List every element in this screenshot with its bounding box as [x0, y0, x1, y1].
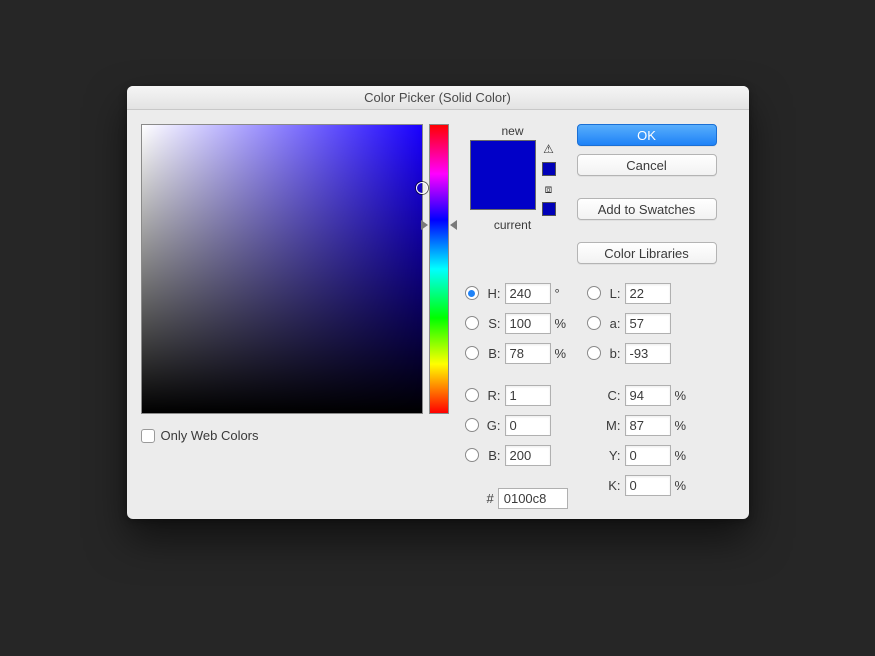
h-unit: °	[555, 286, 569, 301]
c-label: C:	[605, 388, 621, 403]
lab-b-label: b:	[605, 346, 621, 361]
add-to-swatches-button[interactable]: Add to Swatches	[577, 198, 717, 220]
y-unit: %	[675, 448, 689, 463]
s-row: S: 100 %	[465, 312, 569, 334]
s-input[interactable]: 100	[505, 313, 551, 334]
left-column: Only Web Colors	[141, 124, 449, 509]
gamut-warning-icon[interactable]: ⚠	[542, 142, 556, 156]
gamut-swatch-icon[interactable]	[542, 162, 556, 176]
m-label: M:	[605, 418, 621, 433]
current-color-swatch[interactable]	[471, 175, 535, 209]
y-input[interactable]: 0	[625, 445, 671, 466]
hue-arrow-left-icon[interactable]	[421, 220, 428, 230]
k-label: K:	[605, 478, 621, 493]
h-row: H: 240 °	[465, 282, 569, 304]
k-input[interactable]: 0	[625, 475, 671, 496]
a-radio[interactable]	[587, 316, 601, 330]
color-libraries-button[interactable]: Color Libraries	[577, 242, 717, 264]
dialog-body: Only Web Colors new ⚠ ⧈ current OK	[127, 110, 749, 519]
color-cursor[interactable]	[416, 182, 428, 194]
lab-cmyk-column: L: 22 a: 57 b: -93	[587, 282, 689, 509]
numeric-inputs: H: 240 ° S: 100 % B:	[465, 282, 735, 509]
m-unit: %	[675, 418, 689, 433]
lab-b-input[interactable]: -93	[625, 343, 671, 364]
a-row: a: 57	[587, 312, 689, 334]
dialog-title: Color Picker (Solid Color)	[364, 90, 511, 105]
k-row: K: 0 %	[587, 474, 689, 496]
lab-b-radio[interactable]	[587, 346, 601, 360]
rgb-b-row: B: 200	[465, 444, 569, 466]
b-input[interactable]: 78	[505, 343, 551, 364]
s-unit: %	[555, 316, 569, 331]
swatch-current-label: current	[494, 218, 531, 232]
rgb-b-input[interactable]: 200	[505, 445, 551, 466]
h-label: H:	[483, 286, 501, 301]
only-web-colors-checkbox[interactable]	[141, 429, 155, 443]
hue-arrow-right-icon[interactable]	[450, 220, 457, 230]
r-row: R: 1	[465, 384, 569, 406]
new-color-swatch[interactable]	[471, 141, 535, 175]
websafe-swatch-icon[interactable]	[542, 202, 556, 216]
cancel-button[interactable]: Cancel	[577, 154, 717, 176]
only-web-colors-row: Only Web Colors	[141, 428, 449, 443]
c-input[interactable]: 94	[625, 385, 671, 406]
a-label: a:	[605, 316, 621, 331]
hex-prefix: #	[487, 491, 494, 506]
s-radio[interactable]	[465, 316, 479, 330]
h-radio[interactable]	[465, 286, 479, 300]
g-radio[interactable]	[465, 418, 479, 432]
l-input[interactable]: 22	[625, 283, 671, 304]
c-row: C: 94 %	[587, 384, 689, 406]
b-row: B: 78 %	[465, 342, 569, 364]
c-unit: %	[675, 388, 689, 403]
hex-input[interactable]: 0100c8	[498, 488, 568, 509]
hsb-rgb-column: H: 240 ° S: 100 % B:	[465, 282, 569, 509]
h-input[interactable]: 240	[505, 283, 551, 304]
b-unit: %	[555, 346, 569, 361]
g-label: G:	[483, 418, 501, 433]
rgb-b-radio[interactable]	[465, 448, 479, 462]
swatch-new-label: new	[501, 124, 523, 138]
r-input[interactable]: 1	[505, 385, 551, 406]
l-radio[interactable]	[587, 286, 601, 300]
a-input[interactable]: 57	[625, 313, 671, 334]
color-picker-dialog: Color Picker (Solid Color) Only Web Colo…	[127, 86, 749, 519]
right-column: OK Cancel Add to Swatches Color Librarie…	[577, 124, 735, 509]
g-row: G: 0	[465, 414, 569, 436]
color-swatch	[470, 140, 536, 210]
l-row: L: 22	[587, 282, 689, 304]
swatch-side-icons: ⚠ ⧈	[542, 142, 556, 216]
y-label: Y:	[605, 448, 621, 463]
hex-row: # 0100c8	[465, 488, 569, 509]
saturation-brightness-field[interactable]	[141, 124, 423, 414]
rgb-b-label: B:	[483, 448, 501, 463]
b-radio[interactable]	[465, 346, 479, 360]
titlebar[interactable]: Color Picker (Solid Color)	[127, 86, 749, 110]
g-input[interactable]: 0	[505, 415, 551, 436]
m-input[interactable]: 87	[625, 415, 671, 436]
l-label: L:	[605, 286, 621, 301]
lab-b-row: b: -93	[587, 342, 689, 364]
s-label: S:	[483, 316, 501, 331]
b-label: B:	[483, 346, 501, 361]
hue-slider[interactable]	[429, 124, 449, 414]
k-unit: %	[675, 478, 689, 493]
r-label: R:	[483, 388, 501, 403]
only-web-colors-label: Only Web Colors	[161, 428, 259, 443]
y-row: Y: 0 %	[587, 444, 689, 466]
cube-icon[interactable]: ⧈	[542, 182, 556, 196]
ok-button[interactable]: OK	[577, 124, 717, 146]
hue-slider-container	[429, 124, 449, 414]
r-radio[interactable]	[465, 388, 479, 402]
m-row: M: 87 %	[587, 414, 689, 436]
